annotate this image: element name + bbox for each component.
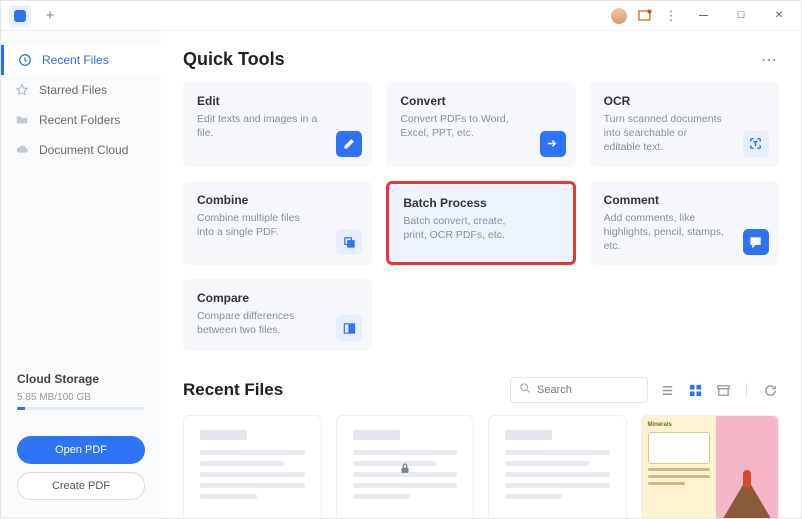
convert-icon <box>540 131 566 157</box>
tool-title: Batch Process <box>403 196 560 210</box>
tool-desc: Batch convert, create, print, OCR PDFs, … <box>403 214 521 242</box>
notifications-icon[interactable] <box>637 8 653 24</box>
thumbnail-image <box>716 416 778 518</box>
tool-desc: Edit texts and images in a file. <box>197 112 319 140</box>
tool-desc: Add comments, like highlights, pencil, s… <box>604 211 726 254</box>
refresh-icon[interactable] <box>761 381 779 399</box>
tool-title: Comment <box>604 193 767 207</box>
search-icon <box>519 381 531 399</box>
search-input[interactable] <box>537 384 639 396</box>
sidebar-item-label: Recent Files <box>42 53 109 67</box>
recent-file-thumbnail[interactable]: Minerals <box>641 415 780 518</box>
divider <box>746 383 747 397</box>
grid-view-icon[interactable] <box>686 381 704 399</box>
window-maximize-button[interactable] <box>727 6 755 26</box>
quick-tools-title: Quick Tools <box>183 49 285 70</box>
sidebar-item-recent-folders[interactable]: Recent Folders <box>1 105 161 135</box>
compare-icon <box>336 315 362 341</box>
batch-icon <box>537 226 563 252</box>
tool-desc: Compare differences between two files. <box>197 309 319 337</box>
sidebar-item-starred-files[interactable]: Starred Files <box>1 75 161 105</box>
cloud-storage-bar <box>17 407 145 410</box>
quick-tools-grid: Edit Edit texts and images in a file. Co… <box>183 82 779 351</box>
recent-file-card-locked[interactable] <box>336 415 475 518</box>
tool-title: OCR <box>604 94 767 108</box>
tool-desc: Turn scanned documents into searchable o… <box>604 112 726 155</box>
titlebar: + ⋮ <box>1 1 801 31</box>
tool-title: Edit <box>197 94 360 108</box>
tool-title: Combine <box>197 193 360 207</box>
main-content: Quick Tools ⋯ Edit Edit texts and images… <box>161 31 801 518</box>
tool-desc: Convert PDFs to Word, Excel, PPT, etc. <box>400 112 522 140</box>
lock-icon <box>398 462 412 481</box>
sidebar-item-recent-files[interactable]: Recent Files <box>1 45 161 75</box>
tool-card-ocr[interactable]: OCR Turn scanned documents into searchab… <box>590 82 779 167</box>
tool-card-convert[interactable]: Convert Convert PDFs to Word, Excel, PPT… <box>386 82 575 167</box>
comment-icon <box>743 229 769 255</box>
tool-card-comment[interactable]: Comment Add comments, like highlights, p… <box>590 181 779 266</box>
combine-icon <box>336 229 362 255</box>
tool-card-compare[interactable]: Compare Compare differences between two … <box>183 279 372 351</box>
user-avatar[interactable] <box>611 8 627 24</box>
folder-icon <box>15 113 29 127</box>
star-icon <box>15 83 29 97</box>
tool-card-combine[interactable]: Combine Combine multiple files into a si… <box>183 181 372 266</box>
tool-desc: Combine multiple files into a single PDF… <box>197 211 319 239</box>
new-tab-button[interactable]: + <box>39 5 61 27</box>
kebab-menu-icon[interactable]: ⋮ <box>663 8 679 24</box>
tool-title: Convert <box>400 94 563 108</box>
sidebar-item-label: Starred Files <box>39 83 107 97</box>
edit-icon <box>336 131 362 157</box>
sidebar-item-label: Document Cloud <box>39 143 128 157</box>
sidebar-item-label: Recent Folders <box>39 113 120 127</box>
recent-file-card[interactable] <box>488 415 627 518</box>
thumbnail-title: Minerals <box>648 422 710 428</box>
window-close-button[interactable] <box>765 6 793 26</box>
cloud-storage-usage: 5.85 MB/100 GB <box>17 392 145 403</box>
svg-text:T: T <box>754 141 758 147</box>
archive-icon[interactable] <box>714 381 732 399</box>
tool-card-batch-process[interactable]: Batch Process Batch convert, create, pri… <box>386 181 575 266</box>
quick-tools-more-icon[interactable]: ⋯ <box>761 50 779 70</box>
recent-files-title: Recent Files <box>183 380 283 400</box>
cloud-icon <box>15 143 29 157</box>
create-pdf-button[interactable]: Create PDF <box>17 472 145 500</box>
cloud-storage-title: Cloud Storage <box>17 372 145 386</box>
ocr-icon: T <box>743 131 769 157</box>
tool-card-edit[interactable]: Edit Edit texts and images in a file. <box>183 82 372 167</box>
list-view-icon[interactable] <box>658 381 676 399</box>
open-pdf-button[interactable]: Open PDF <box>17 436 145 464</box>
recent-files-grid: Minerals <box>183 415 779 518</box>
search-box[interactable] <box>510 377 648 403</box>
sidebar: Recent Files Starred Files Recent Folder… <box>1 31 161 518</box>
cloud-storage-block: Cloud Storage 5.85 MB/100 GB <box>1 372 161 426</box>
app-logo <box>9 5 31 27</box>
clock-icon <box>18 53 32 67</box>
recent-file-card[interactable] <box>183 415 322 518</box>
sidebar-item-document-cloud[interactable]: Document Cloud <box>1 135 161 165</box>
tool-title: Compare <box>197 291 360 305</box>
window-minimize-button[interactable] <box>689 6 717 26</box>
